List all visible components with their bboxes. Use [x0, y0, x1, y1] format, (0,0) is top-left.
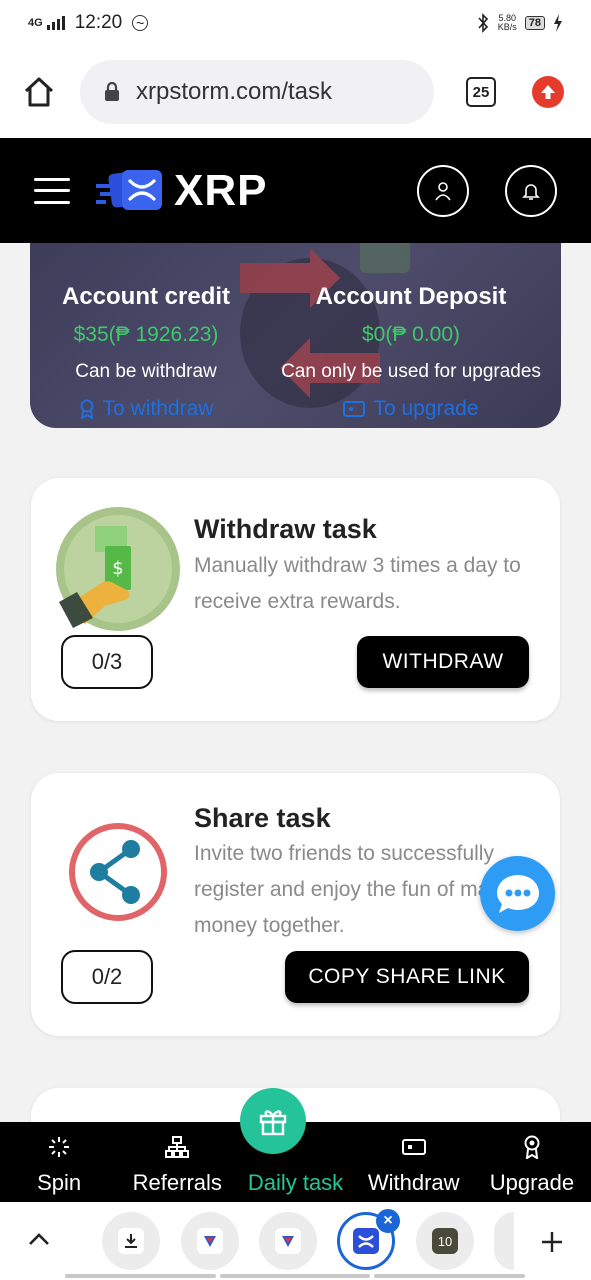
download-icon [125, 1234, 137, 1248]
share-task-progress: 0/2 [61, 950, 153, 1004]
nav-upgrade[interactable]: Upgrade [473, 1122, 591, 1202]
chevron-up-icon[interactable] [28, 1232, 50, 1246]
tab-badge[interactable]: 10 [416, 1212, 474, 1270]
chat-button[interactable] [480, 856, 555, 931]
chat-bubble-icon [496, 874, 539, 913]
daily-task-fab[interactable] [240, 1088, 306, 1154]
medal-icon [524, 1135, 540, 1159]
battery-indicator: 78 [524, 16, 545, 30]
site-header: XRP [0, 138, 591, 243]
wallet-icon [401, 1139, 426, 1155]
user-icon [435, 181, 451, 200]
spin-icon [49, 1137, 70, 1157]
nav-spin[interactable]: Spin [0, 1122, 118, 1202]
medal-icon [80, 399, 94, 419]
url-text: xrpstorm.com/task [136, 78, 333, 105]
xrp-logo-icon [353, 1228, 379, 1254]
account-deposit-subtitle: Can only be used for upgrades [281, 361, 541, 382]
site-favicon-icon [204, 1236, 216, 1247]
update-icon[interactable] [532, 76, 564, 108]
tab-switcher-button[interactable]: 25 [466, 77, 496, 107]
withdraw-task-progress: 0/3 [61, 635, 153, 689]
tab-current[interactable]: × [337, 1209, 400, 1270]
notifications-button[interactable] [505, 164, 557, 217]
clock: 12:20 [74, 12, 123, 33]
menu-icon[interactable] [34, 177, 70, 204]
account-credit-value: $35(₱ 1926.23) [73, 323, 219, 346]
withdraw-task-card: $ Withdraw task Manually withdraw 3 time… [31, 478, 560, 721]
share-task-card: Share task Invite two friends to success… [31, 773, 560, 1036]
nav-referrals[interactable]: Referrals [118, 1122, 236, 1202]
browser-address-bar: xrpstorm.com/task 25 [0, 46, 591, 138]
signal-icon [46, 16, 65, 30]
tab-downloads[interactable] [102, 1212, 160, 1270]
account-deposit: Account Deposit $0(₱ 0.00) Can only be u… [272, 283, 550, 421]
to-withdraw-link[interactable]: To withdraw [48, 397, 244, 421]
share-task-title: Share task [194, 803, 331, 833]
charging-icon [554, 14, 562, 32]
account-credit: Account credit $35(₱ 1926.23) Can be wit… [48, 283, 244, 421]
account-credit-title: Account credit [61, 283, 231, 310]
bluetooth-icon [478, 13, 488, 33]
close-tab-icon[interactable]: × [376, 1209, 400, 1233]
network-speed: 5.80 KB/s [497, 13, 517, 32]
add-tab-icon[interactable] [540, 1230, 564, 1254]
tab-partial[interactable] [494, 1212, 514, 1270]
tab-site-1[interactable] [181, 1212, 239, 1270]
withdraw-task-description: Manually withdraw 3 times a day to recei… [194, 554, 521, 613]
messenger-icon: ~ [132, 15, 149, 31]
share-icon [69, 823, 167, 921]
wallet-icon [343, 401, 366, 417]
referrals-icon [165, 1136, 190, 1158]
tab-site-2[interactable] [259, 1212, 317, 1270]
account-credit-subtitle: Can be withdraw [75, 361, 217, 382]
profile-button[interactable] [417, 164, 469, 217]
url-field[interactable]: xrpstorm.com/task [80, 60, 434, 124]
nav-withdraw[interactable]: Withdraw [355, 1122, 473, 1202]
account-summary-card: Account credit $35(₱ 1926.23) Can be wit… [30, 243, 561, 428]
browser-tab-strip: × 10 [0, 1202, 591, 1280]
account-deposit-title: Account Deposit [315, 283, 507, 310]
cash-hand-icon: $ [56, 507, 180, 631]
home-icon[interactable] [22, 75, 56, 109]
svg-text:$: $ [112, 558, 123, 579]
tab-scroll-indicator [65, 1274, 526, 1278]
withdraw-task-title: Withdraw task [194, 514, 377, 544]
to-upgrade-link[interactable]: To upgrade [272, 397, 550, 421]
gift-icon [259, 1110, 287, 1136]
site-favicon-icon [282, 1236, 294, 1247]
network-indicator: 4G [28, 17, 43, 29]
lock-icon [105, 82, 119, 101]
account-deposit-value: $0(₱ 0.00) [361, 323, 461, 346]
xrp-logo-icon [96, 169, 162, 210]
copy-share-link-button[interactable]: COPY SHARE LINK [285, 951, 529, 1003]
logo-text: XRP [174, 165, 268, 215]
withdraw-button[interactable]: WITHDRAW [357, 636, 529, 688]
bell-icon [522, 183, 540, 200]
status-bar: 4G 12:20 ~ 5.80 KB/s 78 [0, 0, 591, 46]
logo[interactable]: XRP [96, 166, 267, 216]
